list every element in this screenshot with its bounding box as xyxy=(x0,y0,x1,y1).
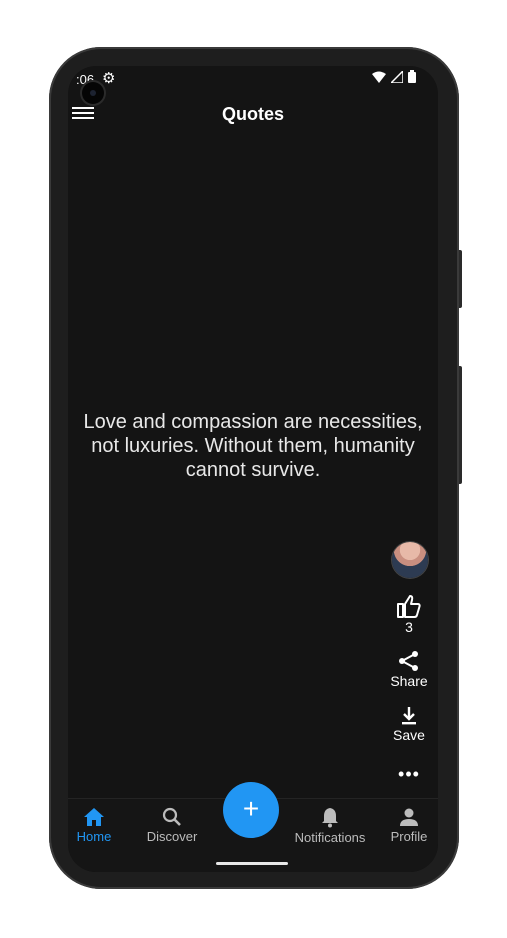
wifi-icon xyxy=(372,71,386,83)
nav-home-label: Home xyxy=(76,829,112,844)
share-button[interactable]: Share xyxy=(384,650,434,689)
nav-profile-label: Profile xyxy=(390,829,428,844)
nav-notifications-label: Notifications xyxy=(294,830,366,845)
nav-profile[interactable]: Profile xyxy=(386,807,432,844)
share-icon xyxy=(399,651,418,671)
signal-icon xyxy=(391,70,403,83)
search-icon xyxy=(162,807,181,826)
nav-home[interactable]: Home xyxy=(72,807,116,844)
more-options-button[interactable]: ••• xyxy=(384,764,434,785)
download-icon xyxy=(402,707,416,725)
nav-discover-label: Discover xyxy=(146,829,198,844)
share-label: Share xyxy=(390,673,428,689)
thumbs-up-icon xyxy=(397,595,421,618)
status-icons xyxy=(372,70,416,83)
add-quote-button[interactable]: + xyxy=(223,782,279,838)
settings-gear-icon: ⚙ xyxy=(102,70,116,87)
front-camera xyxy=(82,82,104,104)
author-avatar[interactable] xyxy=(392,542,428,578)
home-indicator xyxy=(216,862,288,865)
quote-text: Love and compassion are necessities, not… xyxy=(83,411,423,481)
nav-discover[interactable]: Discover xyxy=(144,807,200,844)
page-title: Quotes xyxy=(221,104,284,124)
battery-icon xyxy=(408,70,416,83)
person-icon xyxy=(400,808,418,826)
like-count: 3 xyxy=(405,619,413,635)
save-label: Save xyxy=(393,727,425,743)
bell-icon xyxy=(322,808,338,828)
home-icon xyxy=(84,808,104,826)
like-button[interactable]: 3 xyxy=(384,594,434,635)
app-screen: :06 ⚙ Quotes Love and compassion are nec… xyxy=(68,66,438,872)
nav-notifications[interactable]: Notifications xyxy=(290,807,370,845)
save-button[interactable]: Save xyxy=(384,706,434,743)
